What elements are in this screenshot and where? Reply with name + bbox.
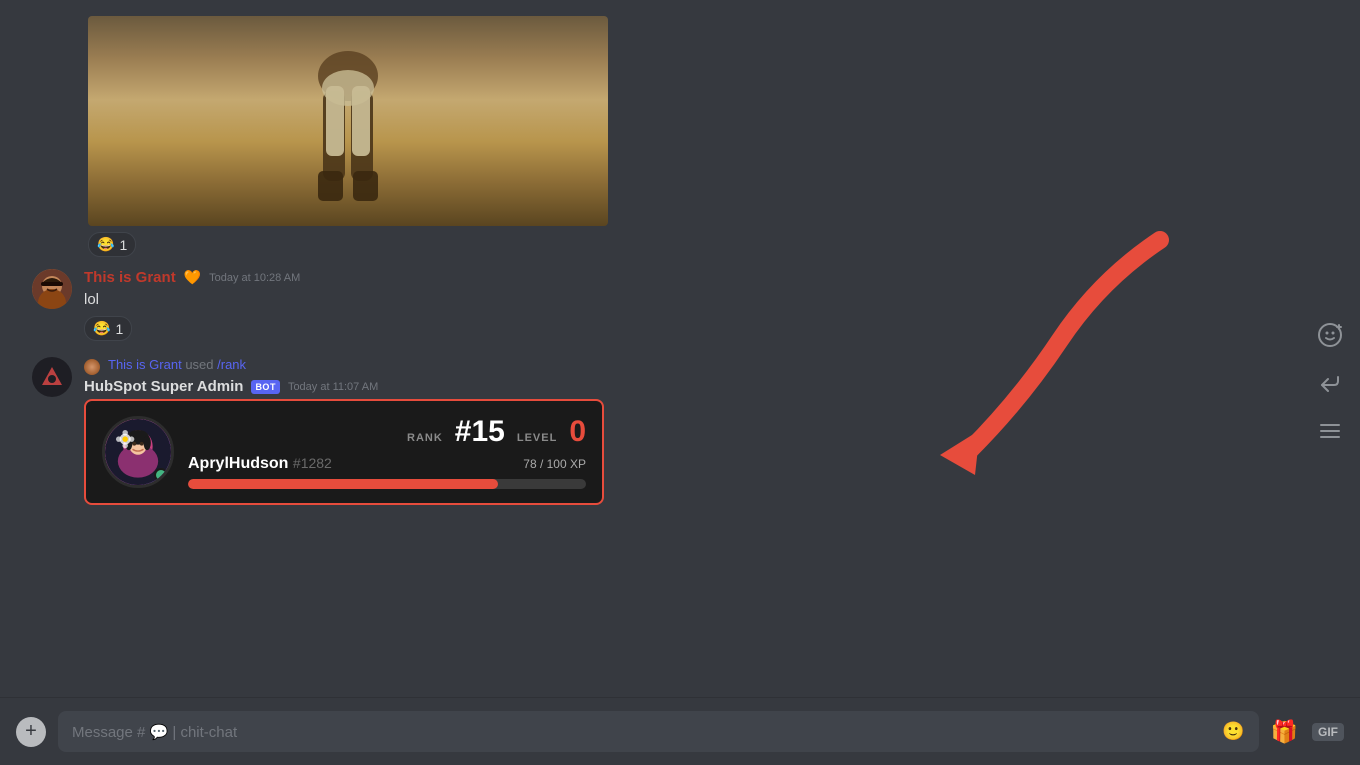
grant-reaction[interactable]: 😂 1 [84,316,132,341]
input-placeholder: Message # 💬 | chit-chat [72,723,237,741]
command-user-row: This is Grant used /rank [84,357,1344,376]
grant-message-content: This is Grant 🧡 Today at 10:28 AM lol 😂 … [84,269,1344,341]
bot-badge: BOT [251,380,280,394]
input-icons: 🙂 [1222,721,1244,742]
command-small-avatar [84,359,100,375]
rank-label: RANK [407,432,443,444]
hubspot-avatar [32,357,72,397]
hubspot-message-content: This is Grant used /rank HubSpot Super A… [84,357,1344,505]
grant-username[interactable]: This is Grant [84,269,176,286]
grant-lol-message: This is Grant 🧡 Today at 10:28 AM lol 😂 … [16,269,1344,341]
rank-user-row: AprylHudson #1282 78 / 100 XP [188,455,586,473]
rank-info: RANK #15 LEVEL 0 AprylHudson #1282 78 / … [188,415,586,489]
emoji-icon[interactable]: 🙂 [1222,721,1244,742]
grant-heart-emoji: 🧡 [184,269,201,286]
hubspot-message-row: This is Grant used /rank HubSpot Super A… [16,357,1344,505]
rank-xp-label: 78 / 100 XP [523,457,586,471]
reaction-emoji: 😂 [97,236,114,253]
gift-button[interactable]: 🎁 [1271,719,1298,745]
more-options-icon[interactable] [1316,417,1344,445]
online-indicator [154,468,168,482]
message-input[interactable]: Message # 💬 | chit-chat 🙂 [58,711,1259,752]
rank-card: RANK #15 LEVEL 0 AprylHudson #1282 78 / … [84,399,604,505]
reaction-count: 1 [119,237,127,253]
right-actions [1316,321,1344,445]
xp-bar-fill [188,479,498,489]
command-username[interactable]: This is Grant [108,357,182,372]
messages-container: 😂 1 This is [0,0,1360,697]
rank-username-container: AprylHudson #1282 [188,455,332,473]
reply-icon[interactable] [1316,369,1344,397]
grant-reaction-count: 1 [115,321,123,337]
rank-avatar [102,416,174,488]
grant-avatar [32,269,72,309]
command-info: This is Grant used /rank [108,357,246,372]
grant-message-text: lol [84,289,1344,310]
grant-reaction-emoji: 😂 [93,320,110,337]
rank-username: AprylHudson [188,455,288,472]
add-reaction-icon[interactable] [1316,321,1344,349]
input-bar: + Message # 💬 | chit-chat 🙂 🎁 GIF [0,697,1360,765]
hubspot-timestamp: Today at 11:07 AM [288,381,378,393]
gif-button[interactable]: GIF [1312,723,1344,741]
grant-message-header: This is Grant 🧡 Today at 10:28 AM [84,269,1344,286]
level-label: LEVEL [517,432,557,444]
chat-area: 😂 1 This is [0,0,1360,765]
add-attachment-button[interactable]: + [16,717,46,747]
hubspot-username[interactable]: HubSpot Super Admin [84,378,243,395]
command-text: /rank [217,357,246,372]
level-number: 0 [569,415,586,449]
image-message: 😂 1 [16,16,1344,257]
rank-number: #15 [455,415,505,449]
hubspot-message-header: HubSpot Super Admin BOT Today at 11:07 A… [84,378,1344,395]
xp-bar-container [188,479,586,489]
rank-top-row: RANK #15 LEVEL 0 [188,415,586,449]
grant-timestamp: Today at 10:28 AM [209,272,300,284]
image-thumbnail[interactable] [88,16,608,226]
image-reaction[interactable]: 😂 1 [88,232,136,257]
right-toolbar: 🎁 GIF [1271,719,1344,745]
rank-discriminator: #1282 [293,455,332,471]
